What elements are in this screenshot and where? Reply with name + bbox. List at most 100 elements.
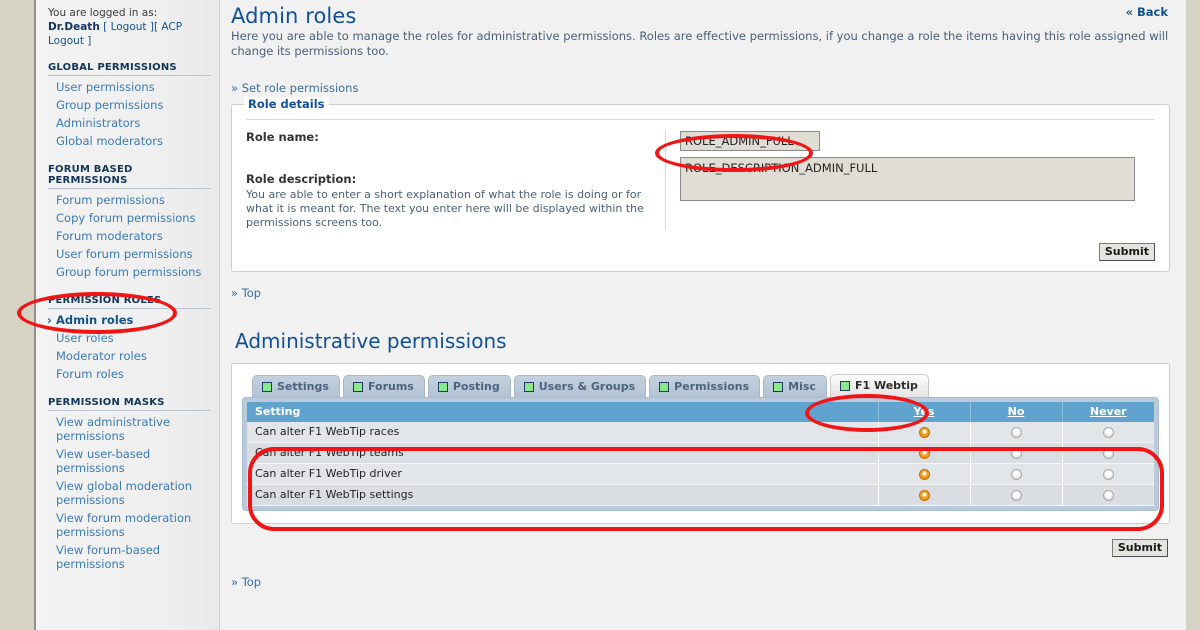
column-header-no-label: No [1007, 405, 1025, 418]
nav-heading-permission-roles: PERMISSION ROLES [48, 295, 211, 309]
nav-heading-forum-based: FORUM BASED PERMISSIONS [48, 164, 211, 189]
tab-settings[interactable]: Settings [252, 375, 340, 397]
sidebar-item-view-global-moderation-permissions[interactable]: View global moderation permissions [46, 477, 211, 509]
sidebar-item-group-forum-permissions[interactable]: Group forum permissions [46, 263, 211, 281]
top-link-2[interactable]: » Top [231, 575, 261, 589]
tab-label: Settings [277, 380, 329, 393]
radio-yes[interactable] [918, 426, 930, 438]
list-item: Moderator roles [46, 347, 211, 365]
tab-posting[interactable]: Posting [427, 375, 511, 397]
list-item: View forum-based permissions [46, 541, 211, 573]
table-row: Can alter F1 WebTip teams [247, 442, 1154, 464]
role-name-input[interactable] [680, 131, 820, 151]
role-details-submit-row: Submit [246, 240, 1155, 261]
radio-no[interactable] [1010, 468, 1022, 480]
table-body: Can alter F1 WebTip races Can alter F1 W… [247, 422, 1154, 506]
sidebar-item-copy-forum-permissions[interactable]: Copy forum permissions [46, 209, 211, 227]
page-description: Here you are able to manage the roles fo… [231, 29, 1169, 58]
role-details-submit-button[interactable]: Submit [1098, 243, 1155, 261]
role-details-legend: Role details [244, 97, 329, 111]
tab-users-and-groups[interactable]: Users & Groups [513, 375, 647, 397]
sidebar-item-admin-roles[interactable]: Admin roles [46, 311, 211, 329]
radio-yes[interactable] [918, 447, 930, 459]
checkbox-icon [839, 380, 850, 391]
username: Dr.Death [48, 21, 100, 33]
cell-never [1062, 442, 1154, 464]
tab-forums[interactable]: Forums [342, 375, 425, 397]
radio-never[interactable] [1102, 468, 1114, 480]
sidebar-item-forum-moderators[interactable]: Forum moderators [46, 227, 211, 245]
logged-in-label: You are logged in as: [48, 7, 158, 19]
role-details-body: Role name: Role description: You are abl… [246, 119, 1155, 230]
permissions-submit-button[interactable]: Submit [1111, 539, 1168, 557]
tab-permissions[interactable]: Permissions [649, 375, 761, 397]
radio-yes[interactable] [918, 468, 930, 480]
set-role-permissions-link[interactable]: » Set role permissions [231, 81, 358, 95]
sidebar-item-view-user-based-permissions[interactable]: View user-based permissions [46, 445, 211, 477]
permission-table: Setting Yes No Never Can alter F1 WebTip… [247, 402, 1154, 506]
column-header-never-label: Never [1089, 405, 1127, 418]
radio-no[interactable] [1010, 489, 1022, 501]
sidebar-item-group-permissions[interactable]: Group permissions [46, 96, 211, 114]
cell-no [970, 484, 1063, 506]
radio-no[interactable] [1010, 426, 1022, 438]
role-name-label: Role name: [246, 130, 319, 144]
sidebar-item-view-administrative-permissions[interactable]: View administrative permissions [46, 413, 211, 445]
tab-misc[interactable]: Misc [763, 375, 827, 397]
list-item: View administrative permissions [46, 413, 211, 445]
list-item: Global moderators [46, 132, 211, 150]
setting-label: Can alter F1 WebTip teams [247, 442, 879, 464]
nav-group-forum-based: FORUM BASED PERMISSIONS Forum permission… [46, 164, 211, 281]
checkbox-icon [659, 381, 670, 392]
checkbox-icon [437, 381, 448, 392]
list-item: Admin roles [46, 311, 211, 329]
nav-group-global: GLOBAL PERMISSIONS User permissions Grou… [46, 62, 211, 150]
cell-yes [878, 463, 971, 485]
sidebar-item-moderator-roles[interactable]: Moderator roles [46, 347, 211, 365]
permissions-section-title: Administrative permissions [235, 329, 507, 353]
sidebar-item-user-forum-permissions[interactable]: User forum permissions [46, 245, 211, 263]
checkbox-icon [773, 381, 784, 392]
radio-never[interactable] [1102, 447, 1114, 459]
list-item: Copy forum permissions [46, 209, 211, 227]
sidebar-item-forum-permissions[interactable]: Forum permissions [46, 191, 211, 209]
column-header-never[interactable]: Never [1062, 402, 1154, 422]
list-item: View user-based permissions [46, 445, 211, 477]
list-item: Forum moderators [46, 227, 211, 245]
top-link-1[interactable]: » Top [231, 286, 261, 300]
sidebar-item-user-permissions[interactable]: User permissions [46, 78, 211, 96]
radio-yes[interactable] [918, 489, 930, 501]
back-link[interactable]: « Back [1126, 5, 1168, 19]
sidebar: You are logged in as: Dr.Death [ Logout … [34, 0, 220, 630]
list-item: Group forum permissions [46, 263, 211, 281]
list-item: Forum roles [46, 365, 211, 383]
sidebar-item-global-moderators[interactable]: Global moderators [46, 132, 211, 150]
table-row: Can alter F1 WebTip races [247, 422, 1154, 443]
sidebar-item-user-roles[interactable]: User roles [46, 329, 211, 347]
cell-never [1062, 422, 1154, 443]
tab-label: Misc [788, 380, 816, 393]
radio-no[interactable] [1010, 447, 1022, 459]
column-header-yes[interactable]: Yes [878, 402, 971, 422]
acp-page: You are logged in as: Dr.Death [ Logout … [0, 0, 1200, 630]
radio-never[interactable] [1102, 489, 1114, 501]
tab-label: F1 Webtip [854, 379, 918, 392]
nav-list-forum-based: Forum permissions Copy forum permissions… [46, 189, 211, 281]
sidebar-item-forum-roles[interactable]: Forum roles [46, 365, 211, 383]
nav-heading-permission-masks: PERMISSION MASKS [48, 397, 211, 411]
radio-never[interactable] [1102, 426, 1114, 438]
role-description-textarea[interactable]: ROLE_DESCRIPTION_ADMIN_FULL [680, 157, 1135, 201]
logout-link[interactable]: [ Logout ] [103, 21, 154, 33]
sidebar-item-view-forum-based-permissions[interactable]: View forum-based permissions [46, 541, 211, 573]
tab-f1-webtip[interactable]: F1 Webtip [829, 374, 929, 397]
main-content: « Back Admin roles Here you are able to … [223, 0, 1186, 630]
list-item: Administrators [46, 114, 211, 132]
cell-never [1062, 463, 1154, 485]
sidebar-item-view-forum-moderation-permissions[interactable]: View forum moderation permissions [46, 509, 211, 541]
cell-no [970, 442, 1063, 464]
sidebar-item-administrators[interactable]: Administrators [46, 114, 211, 132]
column-header-yes-label: Yes [913, 405, 935, 418]
column-header-no[interactable]: No [970, 402, 1063, 422]
tab-label: Forums [367, 380, 414, 393]
